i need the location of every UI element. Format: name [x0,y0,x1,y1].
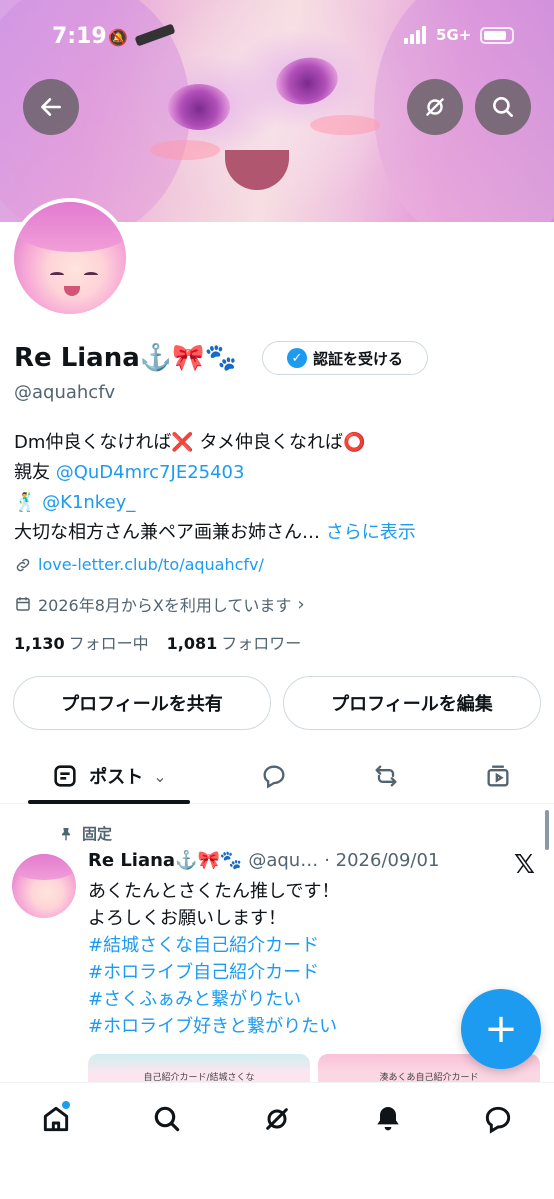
tab-reposts[interactable] [362,748,410,804]
reply-icon [263,765,285,789]
get-verified-label: 認証を受ける [312,349,403,368]
chevron-down-icon: ⌄ [153,766,167,786]
profile-bio: Dm仲良くなければ❌ タメ仲良くなれば⭕️ 親友 @QuD4mrc7JE2540… [14,428,544,548]
avatar-art [84,272,98,278]
bio-text: 大切な相方さん兼ペア画兼お姉さん… [14,522,320,543]
bio-text: 親友 [14,462,56,483]
hashtag-link[interactable]: #ホロライブ自己紹介カード [88,959,339,986]
grok-icon [266,1108,288,1130]
back-button[interactable] [23,79,79,135]
following-label: フォロー中 [68,634,149,653]
notification-dot [62,1101,70,1109]
nav-home[interactable] [34,1097,78,1141]
profile-name-row: Re Liana⚓️🎀🐾 [14,338,237,378]
banner-art [168,84,230,130]
search-icon [154,1106,180,1132]
tweet-date: · 2026/09/01 [324,850,440,871]
link-icon [16,558,30,571]
x-logo-icon: 𝕏 [514,850,535,880]
hashtag-link[interactable]: #さくふぁみと繋がりたい [88,986,339,1013]
get-verified-button[interactable]: ✓ 認証を受ける [262,341,428,375]
status-time: 7:19 [52,24,107,49]
search-button[interactable] [475,79,531,135]
tweet-line: よろしくお願いします！ [88,908,286,929]
signal-icon [404,26,426,44]
pinned-label: 固定 [58,823,112,844]
mention-link[interactable]: @QuD4mrc7JE25403 [56,462,245,483]
following-count: 1,130 [14,634,65,653]
website-link[interactable]: love-letter.club/to/aquahcfv/ [38,555,264,574]
grok-icon [426,98,444,116]
tab-posts[interactable]: ポスト ⌄ [28,748,190,804]
chevron-right-icon: › [297,593,305,615]
search-icon [493,97,513,117]
banner-art [150,140,220,160]
tweet-author-handle[interactable]: @aqu… [248,850,318,871]
banner-art [310,115,380,135]
profile-handle: @aquahcfv [14,382,116,403]
bottom-navigation [0,1082,554,1199]
pinned-text: 固定 [82,825,113,843]
profile-tabs: ポスト ⌄ [0,748,554,804]
hashtag-link[interactable]: #結城さくな自己紹介カード [88,932,339,959]
followers-link[interactable]: 1,081 フォロワー [167,630,302,654]
posts-icon [54,765,76,787]
profile-avatar[interactable] [10,198,130,318]
repost-icon [375,765,397,787]
show-more-link[interactable]: さらに表示 [320,522,416,543]
avatar-art [64,286,80,296]
verified-badge-icon: ✓ [286,348,307,368]
status-bar: 7:19 🔕 5G+ [0,0,554,66]
tweet-header: Re Liana⚓️🎀🐾 @aqu… · 2026/09/01 [88,850,439,871]
compose-button[interactable]: + [461,989,541,1069]
joined-row[interactable]: 2026年8月からXを利用しています › [14,592,305,616]
tweet-author-name[interactable]: Re Liana⚓️🎀🐾 [88,850,242,871]
nav-notifications[interactable] [366,1097,410,1141]
website-row[interactable]: love-letter.club/to/aquahcfv/ [14,555,264,574]
grok-button[interactable] [407,79,463,135]
nav-grok[interactable] [255,1097,299,1141]
video-icon [487,765,509,787]
bio-line: Dm仲良くなければ❌ タメ仲良くなれば⭕️ [14,432,366,453]
network-type: 5G+ [436,26,472,44]
hashtag-link[interactable]: #ホロライブ好きと繋がりたい [88,1013,339,1040]
avatar-art [50,272,64,278]
tweet-media-image[interactable]: 自己紹介カード/結城さくな [88,1054,310,1084]
tab-posts-label: ポスト [89,767,144,788]
message-icon [485,1106,511,1134]
mention-link[interactable]: @K1nkey_ [42,492,135,513]
scrollbar[interactable] [545,810,549,850]
edit-profile-button[interactable]: プロフィールを編集 [283,676,541,730]
tweet-avatar[interactable] [12,854,76,918]
calendar-icon [16,597,30,611]
battery-icon [480,27,514,44]
tab-media[interactable] [474,748,522,804]
share-profile-button[interactable]: プロフィールを共有 [13,676,271,730]
bio-text: 🕺 [14,492,43,513]
bio-line: 大切な相方さん兼ペア画兼お姉さん… さらに表示 [14,518,544,548]
following-link[interactable]: 1,130 フォロー中 [14,630,149,654]
active-tab-indicator [28,800,190,804]
profile-name: Re Liana⚓️🎀🐾 [14,343,237,373]
followers-label: フォロワー [221,634,302,653]
tab-replies[interactable] [250,748,298,804]
bio-line: 親友 @QuD4mrc7JE25403 [14,458,544,488]
banner-art [225,150,289,190]
followers-count: 1,081 [166,634,218,653]
arrow-left-icon [41,98,61,116]
tweet-body: あくたんとさくたん推しです！ よろしくお願いします！ #結城さくな自己紹介カード… [88,878,339,1040]
nav-search[interactable] [145,1097,189,1141]
bio-line: 🕺 @K1nkey_ [14,488,544,518]
bell-icon [377,1107,399,1131]
plus-icon: + [484,1006,518,1052]
nav-messages[interactable] [476,1097,520,1141]
joined-date: 2026年8月からXを利用しています [38,596,292,615]
pin-icon [62,827,70,841]
follow-stats: 1,130 フォロー中 1,081 フォロワー [14,630,301,654]
tweet-line: あくたんとさくたん推しです！ [88,881,340,902]
mute-icon: 🔕 [108,28,128,47]
